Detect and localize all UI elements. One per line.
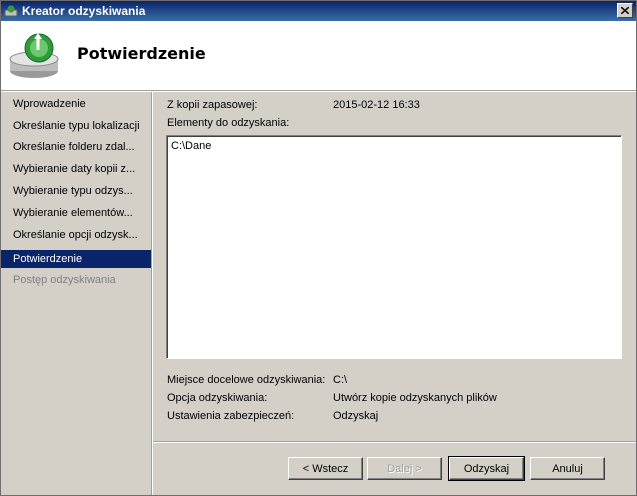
wizard-window: Kreator odzyskiwania Potwierdzenie Wprow… — [0, 0, 637, 496]
backup-restore-icon — [9, 33, 59, 78]
close-button[interactable] — [617, 3, 633, 18]
title-bar: Kreator odzyskiwania — [1, 1, 636, 21]
recover-button[interactable]: Odzyskaj — [448, 456, 525, 481]
option-value: Utwórz kopie odzyskanych plików — [333, 392, 497, 404]
window-title: Kreator odzyskiwania — [22, 4, 146, 18]
button-separator — [153, 441, 636, 443]
security-label: Ustawienia zabezpieczeń: — [167, 410, 295, 422]
backup-value: 2015-02-12 16:33 — [333, 99, 420, 111]
step-item-location-type[interactable]: Określanie typu lokalizacji — [1, 117, 151, 135]
wizard-steps-sidebar: Wprowadzenie Określanie typu lokalizacji… — [1, 92, 152, 495]
step-item-recovery-type[interactable]: Wybieranie typu odzys... — [1, 182, 151, 200]
items-list[interactable]: C:\Dane — [166, 135, 622, 359]
step-item-backup-date[interactable]: Wybieranie daty kopii z... — [1, 160, 151, 178]
step-item-select-items[interactable]: Wybieranie elementów... — [1, 204, 151, 222]
app-icon — [4, 5, 18, 17]
items-label: Elementy do odzyskania: — [167, 117, 290, 129]
list-item[interactable]: C:\Dane — [171, 139, 617, 153]
step-item-recovery-options[interactable]: Określanie opcji odzysk... — [1, 226, 151, 244]
option-label: Opcja odzyskiwania: — [167, 392, 268, 404]
step-item-remote-folder[interactable]: Określanie folderu zdal... — [1, 138, 151, 156]
back-button[interactable]: < Wstecz — [288, 457, 363, 480]
page-title: Potwierdzenie — [77, 44, 206, 63]
backup-label: Z kopii zapasowej: — [167, 99, 258, 111]
destination-value: C:\ — [333, 374, 348, 386]
cancel-button[interactable]: Anuluj — [530, 457, 605, 480]
security-value: Odzyskaj — [333, 410, 379, 422]
confirmation-panel: Z kopii zapasowej: 2015-02-12 16:33 Elem… — [153, 92, 636, 495]
close-icon — [621, 7, 629, 14]
step-item-introduction[interactable]: Wprowadzenie — [1, 95, 151, 113]
next-button: Dalej > — [367, 457, 442, 480]
destination-label: Miejsce docelowe odzyskiwania: — [167, 374, 326, 386]
step-item-confirmation[interactable]: Potwierdzenie — [1, 250, 151, 268]
step-item-progress: Postęp odzyskiwania — [13, 274, 116, 286]
wizard-header: Potwierdzenie — [1, 21, 636, 91]
